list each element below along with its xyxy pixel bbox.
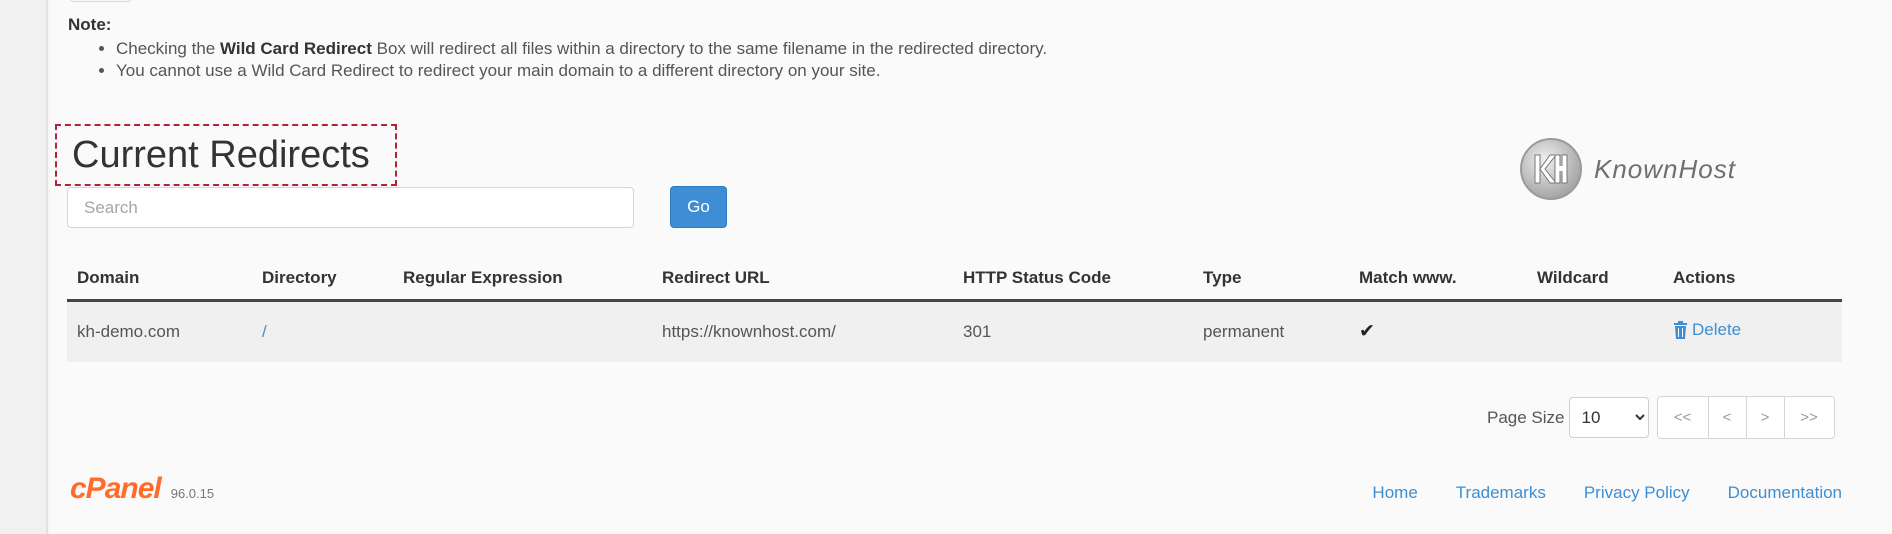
logo-text: KnownHost: [1594, 153, 1736, 184]
column-header-wildcard[interactable]: Wildcard: [1527, 258, 1663, 302]
cell-status-code: 301: [953, 300, 1193, 362]
column-header-domain[interactable]: Domain: [67, 258, 252, 302]
column-header-match-www[interactable]: Match www.: [1349, 258, 1527, 302]
cell-type: permanent: [1193, 300, 1349, 362]
search-input[interactable]: [67, 187, 634, 228]
note-item: Checking the Wild Card Redirect Box will…: [116, 38, 1047, 60]
footer-links: Home Trademarks Privacy Policy Documenta…: [1372, 483, 1842, 503]
cell-redirect-url: https://knownhost.com/: [652, 300, 953, 362]
table-header-row: Domain Directory Regular Expression Redi…: [67, 258, 1842, 302]
cpanel-logo: cPanel 96.0.15: [70, 472, 214, 506]
column-header-regex[interactable]: Regular Expression: [393, 258, 652, 302]
cpanel-version: 96.0.15: [170, 486, 215, 501]
next-page-button[interactable]: >: [1745, 397, 1784, 438]
pagination: Page Size 10 << < > >>: [1487, 396, 1835, 439]
footer-link-trademarks[interactable]: Trademarks: [1456, 483, 1546, 503]
footer-link-privacy-policy[interactable]: Privacy Policy: [1584, 483, 1690, 503]
go-button[interactable]: Go: [670, 186, 727, 228]
delete-label: Delete: [1692, 319, 1742, 339]
column-header-type[interactable]: Type: [1193, 258, 1349, 302]
cell-regex: [393, 300, 652, 362]
delete-button[interactable]: Delete: [1673, 320, 1741, 340]
note-bold: Wild Card Redirect: [219, 39, 372, 58]
highlight-box: Current Redirects: [55, 124, 397, 186]
column-header-actions: Actions: [1663, 258, 1842, 302]
cell-actions: Delete: [1663, 300, 1842, 362]
table-row: kh-demo.com / https://knownhost.com/ 301…: [67, 300, 1842, 362]
note-list: Checking the Wild Card Redirect Box will…: [116, 38, 1047, 82]
cell-domain: kh-demo.com: [67, 300, 252, 362]
first-page-button[interactable]: <<: [1657, 397, 1708, 438]
column-header-redirect-url[interactable]: Redirect URL: [652, 258, 953, 302]
column-header-status-code[interactable]: HTTP Status Code: [953, 258, 1193, 302]
cell-wildcard: [1527, 300, 1663, 362]
main-content: Note: Checking the Wild Card Redirect Bo…: [50, 0, 1892, 534]
last-page-button[interactable]: >>: [1783, 397, 1834, 438]
column-header-directory[interactable]: Directory: [252, 258, 393, 302]
truncated-button[interactable]: [70, 0, 132, 2]
pager-buttons: << < > >>: [1656, 396, 1835, 439]
cell-match-www: ✔: [1349, 300, 1527, 362]
knownhost-kh-logo-icon: [1520, 138, 1582, 200]
knownhost-logo: KnownHost: [1520, 138, 1736, 200]
footer-link-documentation[interactable]: Documentation: [1728, 483, 1842, 503]
prev-page-button[interactable]: <: [1707, 397, 1746, 438]
directory-link[interactable]: /: [262, 322, 267, 341]
page-title: Current Redirects: [72, 134, 370, 176]
cell-directory: /: [252, 300, 393, 362]
page-size-select[interactable]: 10: [1568, 397, 1649, 438]
page-size-label: Page Size: [1487, 407, 1565, 427]
left-rail: [0, 0, 48, 534]
note-item: You cannot use a Wild Card Redirect to r…: [116, 60, 1047, 82]
footer-link-home[interactable]: Home: [1372, 483, 1417, 503]
check-icon: ✔: [1359, 321, 1375, 343]
note-title: Note:: [68, 15, 112, 34]
cpanel-wordmark: cPanel: [70, 472, 162, 505]
trash-icon: [1674, 320, 1687, 339]
redirects-table: Domain Directory Regular Expression Redi…: [67, 258, 1842, 362]
